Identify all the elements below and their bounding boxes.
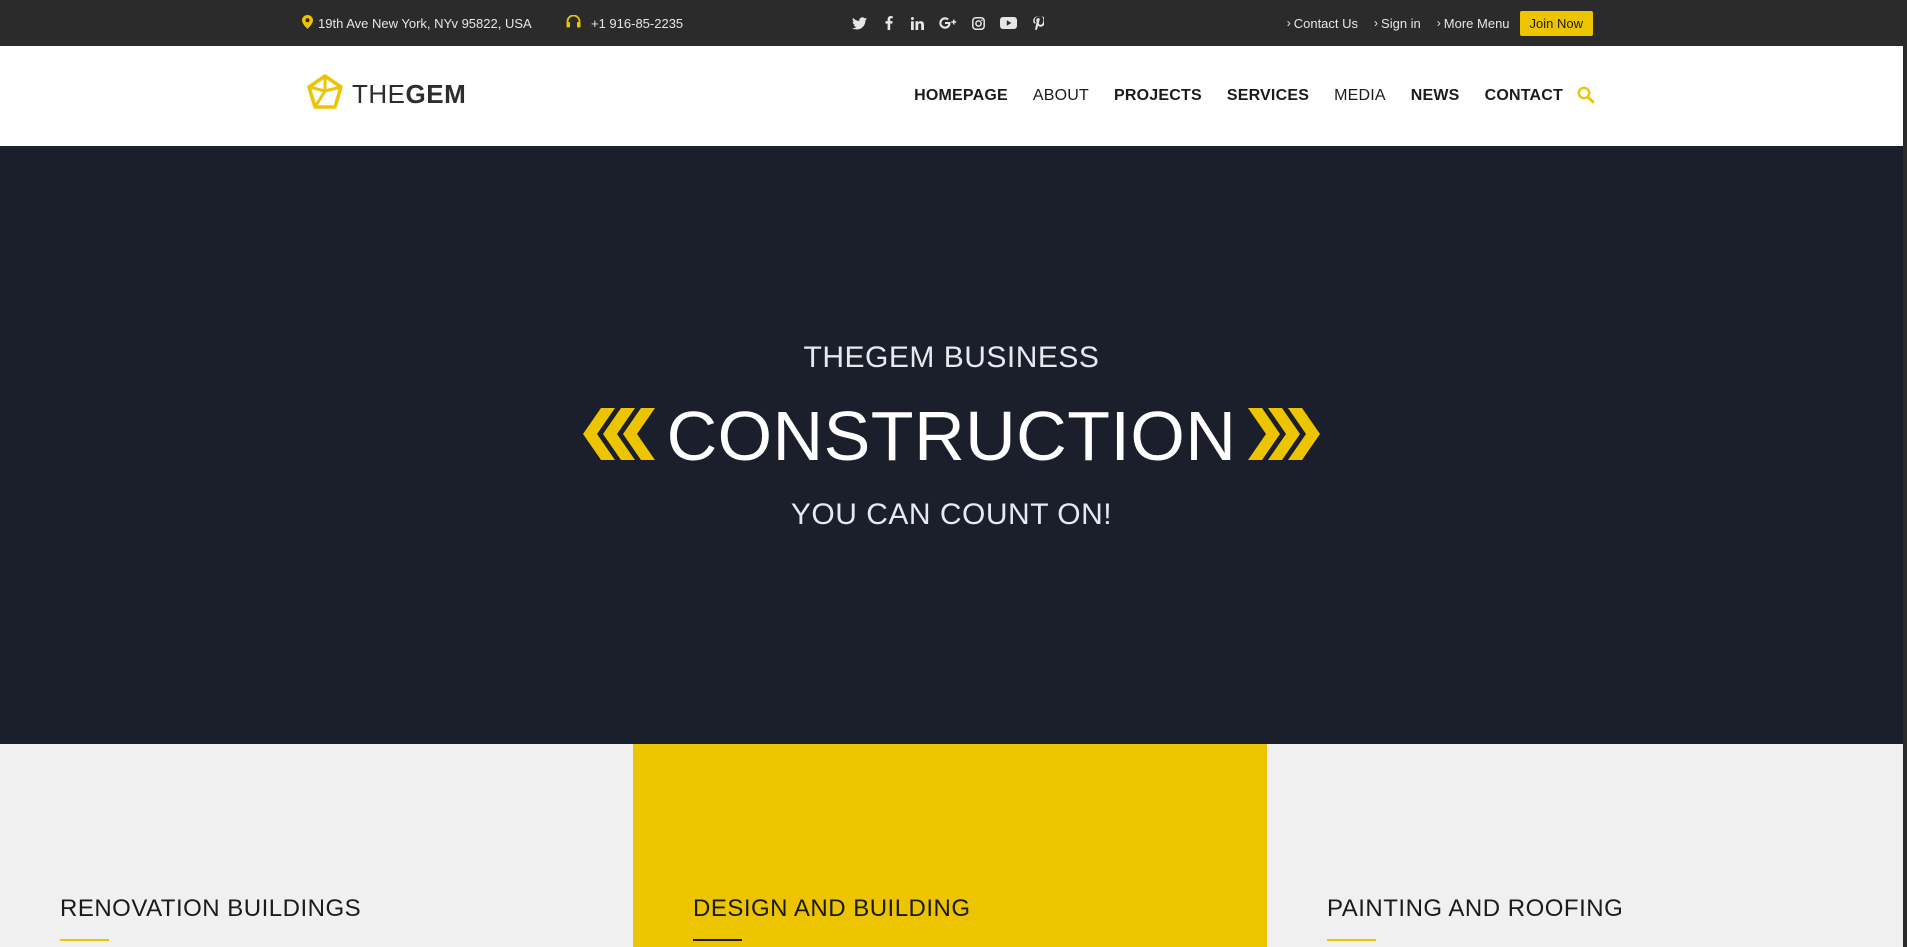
logo-text-bold: GEM	[405, 78, 467, 109]
googleplus-icon[interactable]	[939, 16, 957, 31]
contact-us-label: Contact Us	[1293, 15, 1359, 31]
service-card[interactable]: PAINTING AND ROOFING	[1267, 744, 1903, 947]
title-underline	[693, 939, 742, 941]
top-bar: 19th Ave New York, NYv 95822, USA +1 916…	[0, 0, 1903, 46]
nav-services[interactable]: SERVICES	[1227, 87, 1309, 105]
logo[interactable]: THEGEM	[306, 73, 466, 115]
left-chevrons-icon	[581, 407, 657, 465]
hero-headline-row: CONSTRUCTION	[0, 396, 1903, 476]
search-icon[interactable]	[1577, 86, 1595, 104]
hero-tagline: YOU CAN COUNT ON!	[790, 498, 1113, 531]
more-menu-label: More Menu	[1443, 15, 1510, 31]
service-card[interactable]: RENOVATION BUILDINGS	[0, 744, 633, 947]
services-row: RENOVATION BUILDINGS DESIGN AND BUILDING…	[0, 744, 1903, 947]
right-chevrons-icon	[1246, 407, 1322, 465]
more-menu-link[interactable]: › More Menu	[1437, 16, 1510, 31]
chevron-right-icon: ›	[1286, 16, 1291, 30]
youtube-icon[interactable]	[1000, 16, 1017, 31]
linkedin-icon[interactable]	[910, 16, 925, 31]
nav-contact[interactable]: CONTACT	[1485, 87, 1563, 105]
title-underline	[60, 939, 109, 941]
service-card[interactable]: DESIGN AND BUILDING	[633, 744, 1267, 947]
facebook-icon[interactable]	[881, 16, 896, 31]
hero-section: THEGEM BUSINESS CONSTRUCTION YOU CAN COU…	[0, 146, 1903, 744]
address-text: 19th Ave New York, NYv 95822, USA	[318, 15, 532, 31]
hero-headline: CONSTRUCTION	[666, 397, 1237, 475]
nav-media[interactable]: MEDIA	[1334, 87, 1386, 105]
join-now-button[interactable]: Join Now	[1519, 10, 1593, 36]
sign-in-label: Sign in	[1381, 15, 1421, 31]
title-underline	[1327, 939, 1376, 941]
logo-text: THEGEM	[352, 79, 466, 110]
main-nav: HOMEPAGE ABOUT PROJECTS SERVICES MEDIA N…	[914, 46, 1563, 146]
main-header: THEGEM HOMEPAGE ABOUT PROJECTS SERVICES …	[0, 46, 1903, 146]
twitter-icon[interactable]	[852, 16, 867, 31]
top-links: › Contact Us › Sign in › More Menu Join Now	[1287, 0, 1593, 46]
sign-in-link[interactable]: › Sign in	[1374, 16, 1421, 31]
service-title: DESIGN AND BUILDING	[693, 895, 971, 922]
service-title: RENOVATION BUILDINGS	[60, 895, 362, 922]
scrollbar[interactable]	[1903, 0, 1907, 947]
phone-text: +1 916-85-2235	[591, 15, 684, 31]
instagram-icon[interactable]	[971, 16, 986, 31]
contact-us-link[interactable]: › Contact Us	[1287, 16, 1358, 31]
chevron-right-icon: ›	[1374, 16, 1379, 30]
logo-text-light: THE	[352, 78, 406, 109]
pinterest-icon[interactable]	[1031, 16, 1046, 31]
social-links	[852, 0, 1046, 46]
phone: +1 916-85-2235	[566, 0, 683, 46]
service-title: PAINTING AND ROOFING	[1327, 895, 1624, 922]
page: 19th Ave New York, NYv 95822, USA +1 916…	[0, 0, 1903, 947]
address: 19th Ave New York, NYv 95822, USA	[302, 0, 532, 46]
chevron-right-icon: ›	[1436, 16, 1441, 30]
gem-logo-icon	[306, 73, 344, 115]
nav-about[interactable]: ABOUT	[1033, 87, 1089, 105]
headset-icon	[566, 14, 581, 31]
hero-subtitle: THEGEM BUSINESS	[803, 341, 1100, 374]
nav-news[interactable]: NEWS	[1411, 87, 1460, 105]
nav-homepage[interactable]: HOMEPAGE	[914, 87, 1008, 105]
nav-projects[interactable]: PROJECTS	[1114, 87, 1202, 105]
location-pin-icon	[302, 14, 313, 32]
